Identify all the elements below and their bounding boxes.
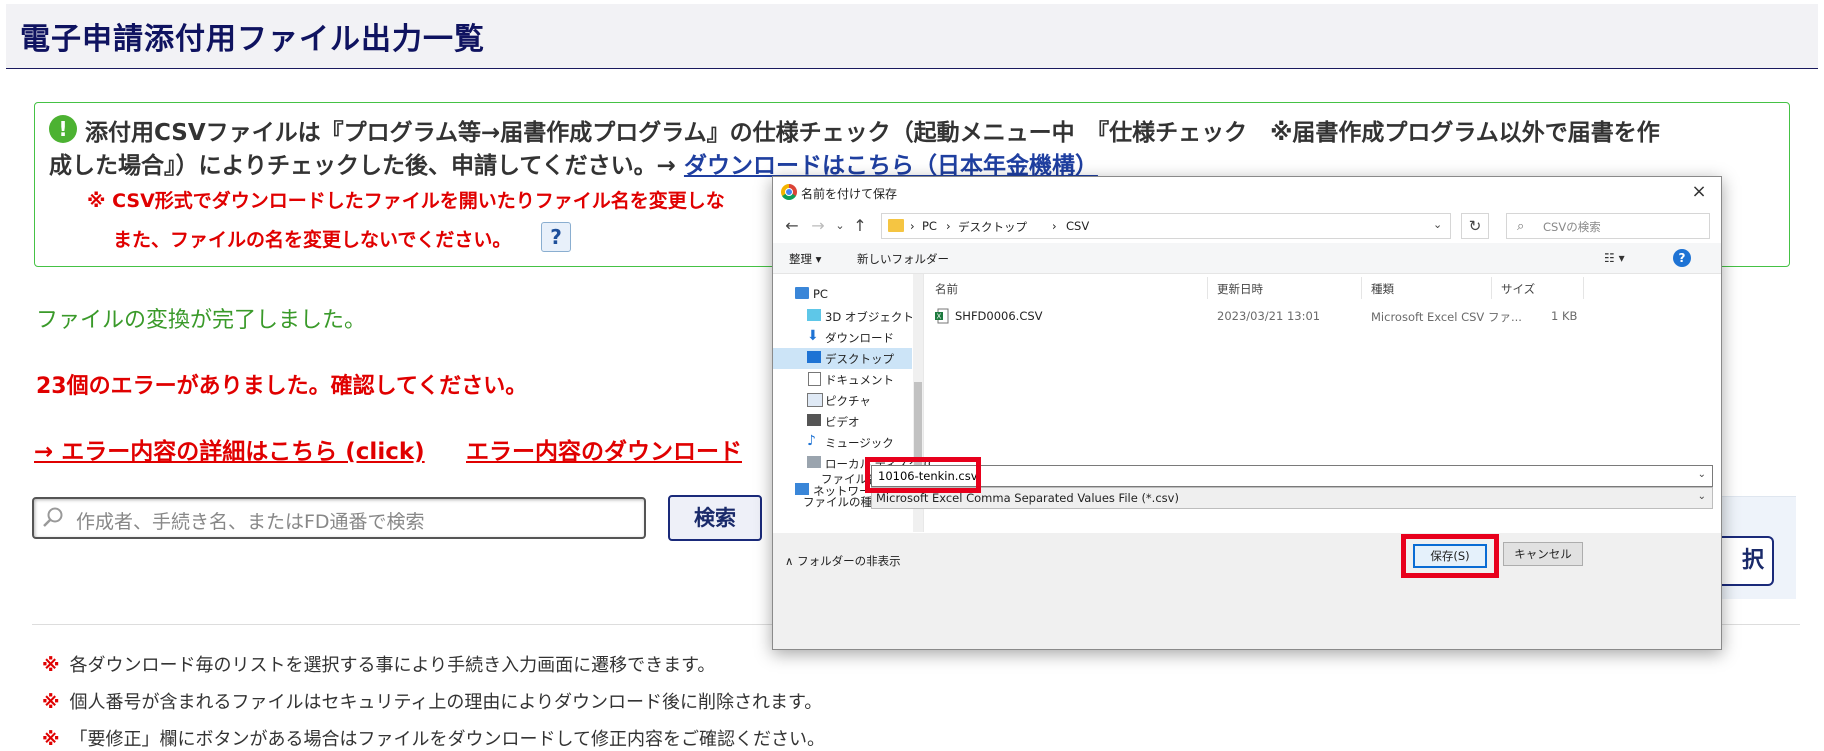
view-options-icon[interactable]: ☷ ▾ [1604,251,1625,265]
error-count-message: 23個のエラーがありました。確認してください。 [36,374,528,399]
file-type: Microsoft Excel CSV ファ... [1371,310,1522,324]
3d-objects-icon [807,309,821,321]
cancel-button[interactable]: キャンセル [1503,542,1583,566]
column-headers: 名前 更新日時 種類 サイズ [925,277,1721,299]
hide-folders-button[interactable]: ∧ フォルダーの非表示 [785,553,901,569]
pc-icon [795,287,809,299]
search-placeholder: 作成者、手続き名、またはFD通番で検索 [76,511,425,533]
dialog-search-input[interactable]: ⌕ CSVの検索 [1506,213,1710,239]
excel-csv-icon: X [935,308,949,324]
address-bar[interactable]: › PC › デスクトップ › CSV ⌄ [881,213,1451,239]
document-icon [808,372,821,386]
disk-icon [807,456,821,468]
dialog-search-placeholder: CSVの検索 [1543,220,1601,234]
column-type[interactable]: 種類 [1371,281,1394,297]
back-icon[interactable]: ← [783,217,801,235]
organize-button[interactable]: 整理 ▾ [789,251,821,267]
desktop-icon [807,351,821,363]
notice-line-2-text: 成した場合』）によりチェックした後、申請してください。→ [49,153,684,179]
new-folder-button[interactable]: 新しいフォルダー [857,251,949,267]
file-size: 1 KB [1551,309,1578,323]
filename-input[interactable]: 10106-tenkin.csv ⌄ [871,465,1713,487]
music-icon: ♪ [807,433,816,449]
svg-text:X: X [937,313,942,321]
file-modified: 2023/03/21 13:01 [1217,309,1321,323]
close-icon[interactable]: × [1687,180,1711,204]
error-detail-link[interactable]: → エラー内容の詳細はこちら (click) [34,432,425,466]
save-as-dialog: 名前を付けて保存 × ← → ⌄ ↑ › PC › デスクトップ › CSV ⌄… [772,176,1722,650]
column-name[interactable]: 名前 [935,281,958,297]
refresh-icon[interactable]: ↻ [1461,213,1489,239]
sidebar-item-pc[interactable]: PC [773,284,912,305]
csv-warning-2: また、ファイルの名を変更しないでください。 [113,229,512,251]
highlight-frame-filename [865,457,981,493]
notice-line-2: 成した場合』）によりチェックした後、申請してください。→ ダウンロードはこちら（… [49,146,1098,180]
help-icon[interactable]: ? [541,222,571,252]
file-name: SHFD0006.CSV [955,309,1043,323]
up-folder-icon[interactable]: ↑ [851,217,869,235]
column-modified[interactable]: 更新日時 [1217,281,1263,297]
column-size[interactable]: サイズ [1501,281,1535,297]
search-input[interactable]: 作成者、手続き名、またはFD通番で検索 [32,497,646,539]
note-item: ※ 各ダウンロード毎のリストを選択する事により手続き入力画面に遷移できます。 [42,655,716,676]
sidebar-item-pictures[interactable]: ピクチャ [773,390,912,411]
sidebar-item-downloads[interactable]: ⬇ ダウンロード [773,327,912,348]
download-icon: ⬇ [807,328,819,344]
chrome-icon [781,184,797,200]
sidebar-item-documents[interactable]: ドキュメント [773,369,912,390]
breadcrumb-csv[interactable]: CSV [1066,219,1089,233]
note-item: ※ 個人番号が含まれるファイルはセキュリティ上の理由によりダウンロード後に削除され… [42,692,823,713]
error-download-link[interactable]: エラー内容のダウンロード [466,432,742,466]
video-icon [807,414,821,426]
pictures-icon [807,393,823,407]
sidebar-item-music[interactable]: ♪ ミュージック [773,432,912,453]
filetype-value: Microsoft Excel Comma Separated Values F… [876,491,1179,505]
csv-warning-1: ※ CSV形式でダウンロードしたファイルを開いたりファイル名を変更しな [87,190,725,212]
chevron-down-icon[interactable]: ⌄ [1698,491,1706,502]
search-icon: ⌕ [1517,219,1525,234]
sidebar-item-desktop[interactable]: デスクトップ [773,348,912,369]
notice-line-1: 添付用CSVファイルは『プログラム等→届書作成プログラム』の仕様チェック（起動メ… [85,120,1660,146]
filetype-select[interactable]: Microsoft Excel Comma Separated Values F… [871,487,1713,509]
folder-icon [888,219,904,232]
sidebar-item-3d-objects[interactable]: 3D オブジェクト [773,306,914,327]
chevron-down-icon[interactable]: ⌄ [1698,469,1706,480]
exclamation-icon: ! [49,115,77,143]
breadcrumb-pc[interactable]: PC [922,219,937,233]
recent-locations-icon[interactable]: ⌄ [831,217,849,235]
chevron-down-icon[interactable]: ⌄ [1433,218,1442,231]
help-icon[interactable]: ? [1673,249,1691,267]
sidebar-item-videos[interactable]: ビデオ [773,411,912,432]
page-header: 電子申請添付用ファイル出力一覧 [6,4,1818,69]
highlight-frame-save [1401,534,1499,578]
forward-icon[interactable]: → [809,217,827,235]
page-title: 電子申請添付用ファイル出力一覧 [20,22,485,57]
breadcrumb-desktop[interactable]: デスクトップ [958,219,1027,235]
note-item: ※ 「要修正」欄にボタンがある場合はファイルをダウンロードして修正内容をご確認くだ… [42,729,825,750]
conversion-complete-message: ファイルの変換が完了しました。 [36,308,367,333]
file-row[interactable]: X SHFD0006.CSV 2023/03/21 13:01 Microsof… [925,305,1715,327]
search-icon [43,507,63,527]
dialog-toolbar: 整理 ▾ 新しいフォルダー ☷ ▾ ? [773,243,1721,274]
dialog-title: 名前を付けて保存 [801,187,898,201]
search-button[interactable]: 検索 [668,495,762,541]
